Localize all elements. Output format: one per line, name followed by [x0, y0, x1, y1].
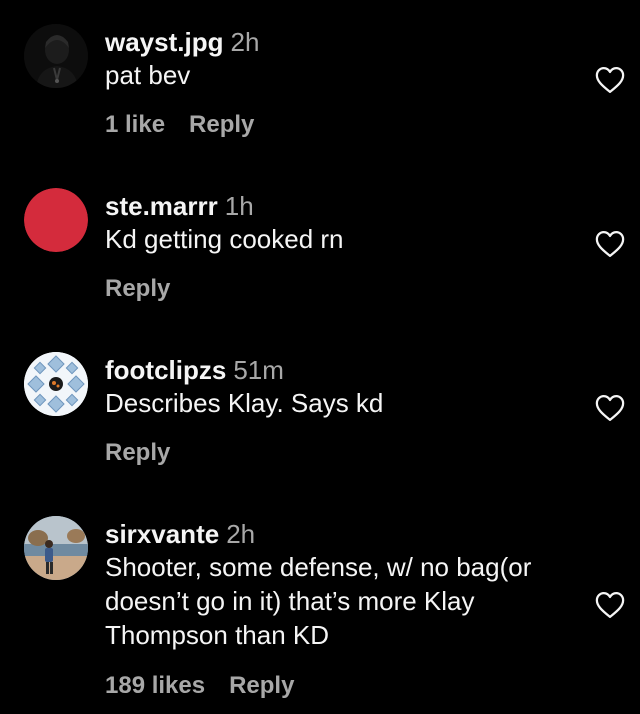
reply-button[interactable]: Reply — [229, 671, 294, 701]
comment-username[interactable]: sirxvante — [105, 519, 219, 549]
comment-text: Kd getting cooked rn — [105, 224, 344, 254]
comment-text: Describes Klay. Says kd — [105, 388, 384, 418]
heart-outline-icon[interactable] — [595, 66, 625, 94]
red-circle-avatar-icon — [24, 188, 88, 252]
comment-text: pat bev — [105, 60, 191, 90]
comment-timestamp: 2h — [230, 27, 260, 57]
reply-button[interactable]: Reply — [105, 438, 170, 468]
comment-timestamp: 51m — [233, 355, 284, 385]
reply-button[interactable]: Reply — [189, 110, 254, 140]
like-count[interactable]: 1 like — [105, 110, 165, 140]
comment-username[interactable]: ste.marrr — [105, 191, 218, 221]
avatar[interactable] — [24, 516, 88, 580]
avatar[interactable] — [24, 188, 88, 252]
dark-figure-avatar-icon — [24, 24, 88, 88]
comment-timestamp: 1h — [224, 191, 254, 221]
reply-button[interactable]: Reply — [105, 274, 170, 304]
beach-photo-avatar-icon — [24, 516, 88, 580]
heart-outline-icon[interactable] — [595, 230, 625, 258]
soccer-ball-avatar-icon — [24, 352, 88, 416]
comment-username[interactable]: footclipzs — [105, 355, 226, 385]
comment-text: Shooter, some defense, w/ no bag(or does… — [105, 552, 532, 650]
heart-outline-icon[interactable] — [595, 591, 625, 619]
comment-timestamp: 2h — [226, 519, 256, 549]
heart-outline-icon[interactable] — [595, 394, 625, 422]
avatar[interactable] — [24, 352, 88, 416]
like-count[interactable]: 189 likes — [105, 671, 205, 701]
comment-username[interactable]: wayst.jpg — [105, 27, 223, 57]
avatar[interactable] — [24, 24, 88, 88]
